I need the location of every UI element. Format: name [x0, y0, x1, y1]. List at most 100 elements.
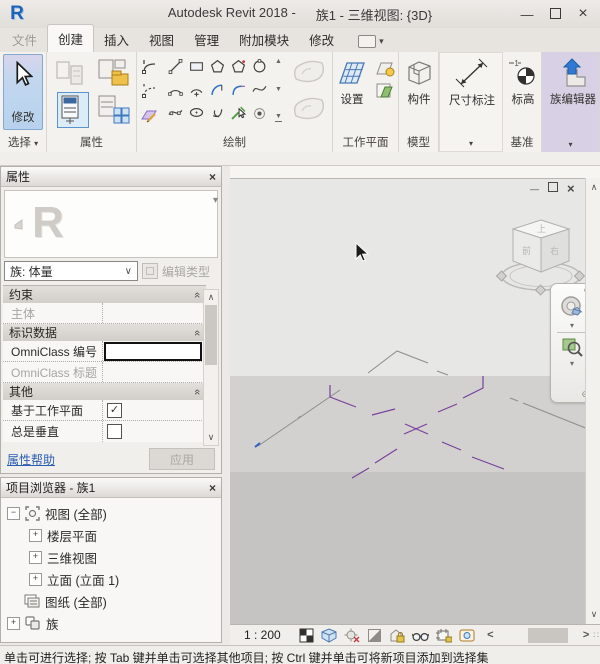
draw-arc-three-point-icon[interactable]	[165, 79, 185, 100]
draw-panel-label[interactable]: 绘制	[137, 134, 332, 150]
ribbon-display-toggle[interactable]: ▾	[358, 35, 384, 48]
shadows-icon[interactable]	[367, 628, 382, 643]
view-restore-icon[interactable]	[548, 182, 558, 195]
modify-button[interactable]: 修改	[3, 54, 43, 130]
tab-view[interactable]: 视图	[139, 26, 184, 52]
draw-ellipse-icon[interactable]	[186, 102, 206, 123]
draw-polygon-circumscribed-icon[interactable]	[228, 56, 248, 77]
scroll-left-icon[interactable]: <	[487, 629, 493, 641]
properties-palette-icon[interactable]	[57, 92, 89, 128]
row-omniclass-title[interactable]: OmniClass 标题	[3, 362, 206, 383]
row-always-vertical[interactable]: 总是垂直	[3, 421, 206, 442]
expand-box-icon[interactable]: +	[29, 573, 42, 586]
temporary-hide-isolate-icon[interactable]	[412, 628, 429, 643]
model-panel-label[interactable]: 模型	[399, 134, 438, 150]
expand-box-icon[interactable]: +	[29, 529, 42, 542]
datum-panel-label[interactable]: 基准	[503, 134, 541, 150]
draw-circle-icon[interactable]	[249, 56, 269, 77]
draw-arc-center-ends-icon[interactable]	[186, 79, 206, 100]
row-host[interactable]: 主体	[3, 303, 206, 324]
expand-box-icon[interactable]: +	[29, 551, 42, 564]
horizontal-scrollbar[interactable]	[498, 628, 579, 643]
collapse-chevron-icon[interactable]: «	[191, 388, 203, 394]
properties-header[interactable]: 属性 ×	[1, 167, 221, 187]
apply-button[interactable]: 应用	[149, 448, 215, 470]
scrollbar-thumb[interactable]	[528, 628, 568, 643]
reveal-hidden-icon[interactable]	[459, 628, 475, 643]
load-family-icon[interactable]	[97, 58, 131, 90]
zoom-region-icon[interactable]	[560, 335, 584, 359]
show-work-plane-icon[interactable]	[375, 60, 395, 78]
reference-line-icon[interactable]	[139, 80, 159, 101]
properties-scrollbar[interactable]: ∧ ∨	[203, 289, 219, 446]
row-omniclass-number[interactable]: OmniClass 编号	[3, 341, 206, 362]
draw-scroll-down-icon[interactable]: ▼	[275, 86, 282, 94]
draw-arc-tangent-icon[interactable]	[207, 79, 227, 100]
family-editor-panel-flyout[interactable]: ▾	[542, 138, 599, 150]
resize-grip-icon[interactable]: ∷	[593, 630, 600, 641]
model-line-icon[interactable]	[139, 56, 159, 77]
dimension-panel-flyout[interactable]: ▾	[440, 137, 502, 149]
omniclass-number-input[interactable]	[104, 342, 202, 361]
type-preview[interactable]: R	[4, 190, 218, 258]
crop-view-icon[interactable]	[436, 628, 452, 643]
project-browser-header[interactable]: 项目浏览器 - 族1 ×	[1, 478, 221, 498]
zoom-dropdown-icon[interactable]: ▾	[570, 359, 574, 368]
draw-rectangle-icon[interactable]	[186, 56, 206, 77]
checkbox-checked[interactable]: ✓	[107, 403, 122, 418]
tree-item-families[interactable]: + 族	[1, 612, 221, 634]
tree-item-views[interactable]: − 视图 (全部)	[1, 502, 221, 524]
tab-manage[interactable]: 管理	[184, 26, 229, 52]
draw-partial-ellipse-icon[interactable]	[207, 102, 227, 123]
component-button[interactable]: 构件	[403, 57, 435, 107]
draw-arc-fillet-icon[interactable]	[228, 79, 248, 100]
reference-plane-icon[interactable]	[139, 104, 159, 125]
draw-flyout-icon[interactable]: ▼	[275, 113, 282, 122]
scroll-up-icon[interactable]: ∧	[204, 292, 218, 303]
scroll-down-icon[interactable]: ∨	[587, 609, 600, 620]
group-other[interactable]: 其他 «	[3, 383, 206, 400]
type-selector[interactable]: 族: 体量 ∨	[4, 261, 138, 281]
tab-insert[interactable]: 插入	[94, 26, 139, 52]
tab-file[interactable]: 文件	[2, 26, 47, 52]
aligned-dimension-button[interactable]: 尺寸标注	[449, 58, 495, 108]
properties-help-link[interactable]: 属性帮助	[7, 451, 55, 468]
level-button[interactable]: 1 标高	[508, 57, 538, 107]
tree-item-3d-views[interactable]: + 三维视图	[1, 546, 221, 568]
tree-item-elevations[interactable]: + 立面 (立面 1)	[1, 568, 221, 590]
draw-pick-lines-icon[interactable]	[228, 102, 248, 123]
draw-scroll-up-icon[interactable]: ▲	[275, 58, 282, 66]
collapse-box-icon[interactable]: −	[7, 507, 20, 520]
work-plane-panel-label[interactable]: 工作平面	[333, 134, 398, 150]
edit-type-button[interactable]: 编辑类型	[142, 263, 210, 280]
vertical-scrollbar[interactable]: ∧ ∨	[585, 178, 600, 624]
tree-item-floor-plans[interactable]: + 楼层平面	[1, 524, 221, 546]
select-panel-label[interactable]: 选择 ▾	[0, 134, 46, 150]
set-work-plane-button[interactable]: 设置	[336, 57, 368, 107]
drawing-area[interactable]: — × 上 前 右 ⊗	[230, 166, 600, 624]
tab-create[interactable]: 创建	[47, 24, 94, 52]
scroll-right-icon[interactable]: >	[583, 629, 589, 641]
scale-control[interactable]: 1 : 200	[244, 628, 293, 642]
view-minimize-icon[interactable]: —	[530, 184, 539, 194]
steering-wheel-icon[interactable]	[559, 295, 585, 321]
row-work-plane-based[interactable]: 基于工作平面 ✓	[3, 400, 206, 421]
project-browser-close-icon[interactable]: ×	[209, 481, 216, 495]
draw-line-icon[interactable]	[165, 56, 185, 77]
expand-box-icon[interactable]: +	[7, 617, 20, 630]
scroll-down-icon[interactable]: ∨	[204, 432, 218, 443]
view-close-icon[interactable]: ×	[567, 181, 575, 196]
properties-panel-label[interactable]: 属性	[47, 134, 136, 150]
visual-style-icon[interactable]	[321, 628, 337, 643]
draw-polygon-inscribed-icon[interactable]	[207, 56, 227, 77]
tab-addins[interactable]: 附加模块	[229, 26, 299, 52]
sun-path-icon[interactable]	[344, 628, 360, 643]
group-constraints[interactable]: 约束 «	[3, 286, 206, 303]
viewer-icon[interactable]	[375, 82, 395, 100]
draw-spline-through-points-icon[interactable]	[165, 102, 185, 123]
detail-level-icon[interactable]	[299, 628, 314, 643]
group-identity-data[interactable]: 标识数据 «	[3, 324, 206, 341]
family-category-icon[interactable]	[97, 94, 131, 126]
checkbox-unchecked[interactable]	[107, 424, 122, 439]
family-editor-button[interactable]: 族编辑器	[550, 57, 596, 107]
